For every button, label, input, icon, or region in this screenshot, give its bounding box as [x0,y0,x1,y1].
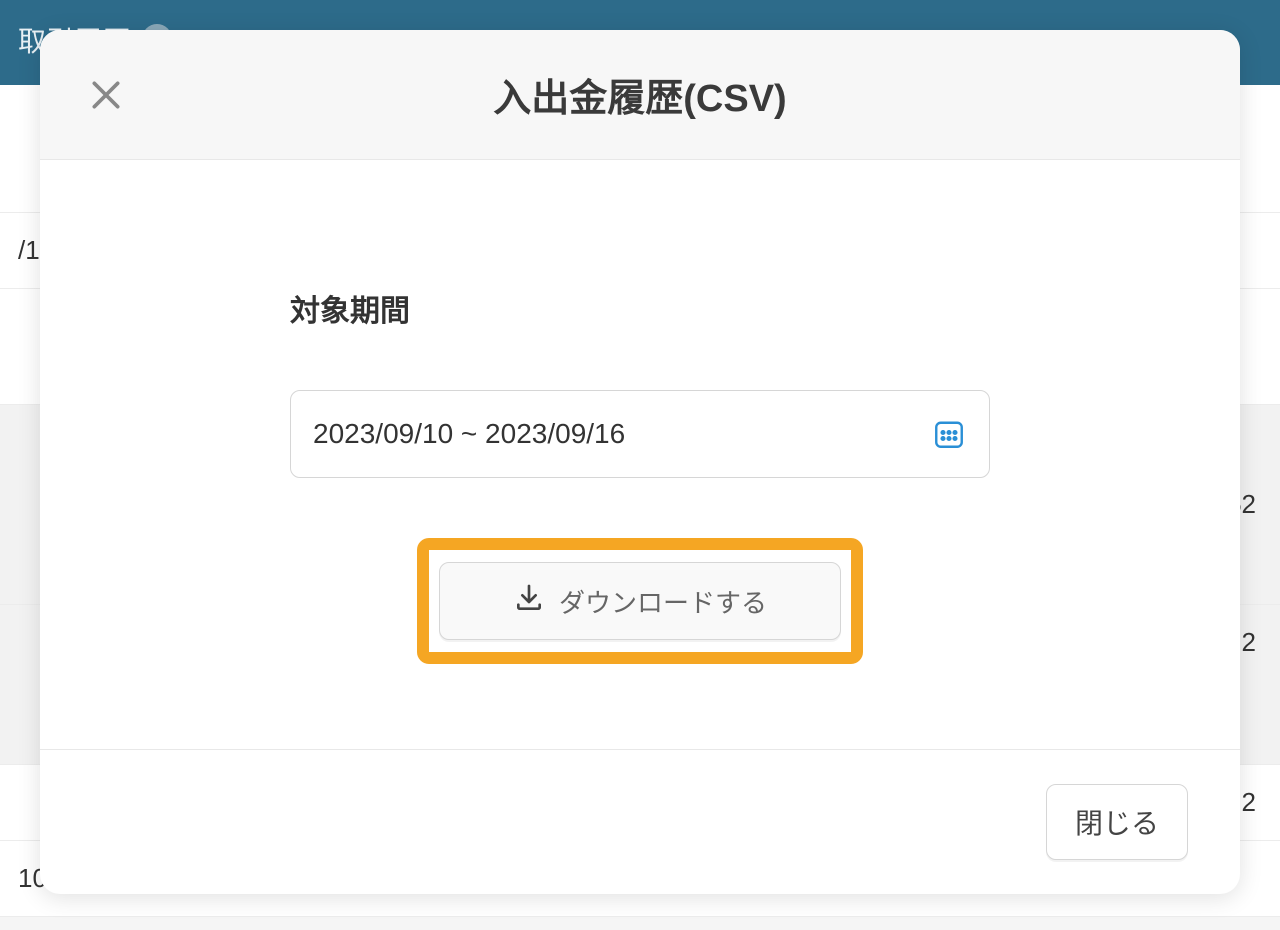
close-icon[interactable] [82,71,130,119]
date-range-value: 2023/09/10 ~ 2023/09/16 [313,418,625,450]
csv-export-modal: 入出金履歴(CSV) 対象期間 2023/09/10 ~ 2023/09/16 [40,30,1240,894]
download-label: ダウンロードする [559,583,767,620]
modal-title: 入出金履歴(CSV) [493,67,786,122]
modal-footer: 閉じる [40,750,1240,894]
close-button[interactable]: 閉じる [1046,784,1188,860]
download-highlight: ダウンロードする [417,538,863,664]
modal-body: 対象期間 2023/09/10 ~ 2023/09/16 [40,160,1240,750]
download-icon [513,582,545,621]
download-button[interactable]: ダウンロードする [439,562,841,640]
date-range-input[interactable]: 2023/09/10 ~ 2023/09/16 [290,390,990,478]
period-label: 対象期間 [290,286,990,330]
calendar-icon [931,416,967,452]
modal-header: 入出金履歴(CSV) [40,30,1240,160]
